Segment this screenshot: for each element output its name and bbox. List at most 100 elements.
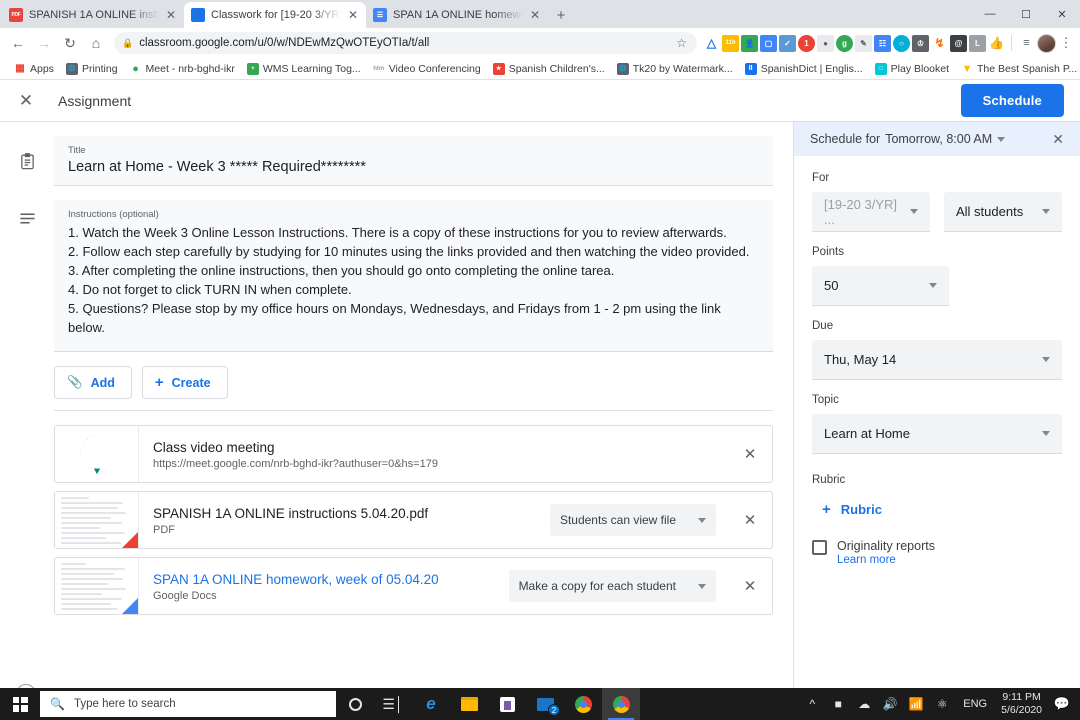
remove-attachment-button[interactable]: ✕ xyxy=(728,445,772,463)
wifi-icon[interactable]: 📶 xyxy=(903,688,929,720)
permission-dropdown[interactable]: Make a copy for each student xyxy=(508,570,716,602)
bookmark-tk20[interactable]: 🌐 Tk20 by Watermark... xyxy=(611,62,739,75)
create-button[interactable]: + Create xyxy=(141,366,228,399)
lastpass-icon[interactable]: L xyxy=(969,34,986,52)
bookmark-spanish-childrens[interactable]: ★ Spanish Children's... xyxy=(487,62,611,75)
learn-more-link[interactable]: Learn more xyxy=(837,554,935,566)
maximize-button[interactable]: ☐ xyxy=(1008,0,1044,28)
originality-checkbox[interactable] xyxy=(812,540,827,555)
file-explorer-icon[interactable] xyxy=(450,688,488,720)
class-select[interactable]: [19-20 3/YR] ... xyxy=(812,192,930,232)
language-indicator[interactable]: ENG xyxy=(955,698,995,710)
permission-dropdown[interactable]: Students can view file xyxy=(549,504,716,536)
attachment-title[interactable]: SPAN 1A ONLINE homework, week of 05.04.2… xyxy=(153,571,509,588)
hook-icon[interactable]: ↯ xyxy=(931,34,948,52)
action-center-icon[interactable]: 💬 xyxy=(1048,688,1076,720)
bookmark-label: SpanishDict | Englis... xyxy=(760,62,863,75)
remove-attachment-button[interactable]: ✕ xyxy=(728,511,772,529)
contacts-icon[interactable]: 👤 xyxy=(741,34,758,52)
instruction-item: 5. Questions? Please stop by my office h… xyxy=(68,301,721,335)
rubric-button-label: Rubric xyxy=(840,502,882,517)
cast-icon[interactable]: ☷ xyxy=(874,34,891,52)
comment-icon[interactable]: g xyxy=(836,34,853,52)
originality-reports-row[interactable]: Originality reports Learn more xyxy=(812,539,1062,566)
start-button[interactable] xyxy=(0,688,40,720)
topic-select[interactable]: Learn at Home xyxy=(812,414,1062,454)
browser-tab-1[interactable]: 👤 Classwork for [19-20 3/YR] Span ✕ xyxy=(184,2,366,28)
new-tab-button[interactable]: + xyxy=(548,2,574,28)
chrome-icon-active[interactable] xyxy=(602,688,640,720)
attachment-card-pdf[interactable]: SPANISH 1A ONLINE instructions 5.04.20.p… xyxy=(54,491,773,549)
schedule-datetime[interactable]: Tomorrow, 8:00 AM xyxy=(885,132,992,146)
chevron-down-icon xyxy=(1042,431,1050,436)
bookmark-best-spanish[interactable]: ▼ The Best Spanish P... xyxy=(955,62,1080,75)
home-button[interactable]: ⌂ xyxy=(84,31,108,55)
close-icon[interactable]: ✕ xyxy=(347,9,359,21)
chrome-icon[interactable] xyxy=(564,688,602,720)
store-icon[interactable] xyxy=(488,688,526,720)
bookmark-apps[interactable]: ▦ Apps xyxy=(8,62,60,75)
title-label: Title xyxy=(68,145,86,156)
bookmark-star-icon[interactable]: ☆ xyxy=(676,36,689,50)
attachment-card-doc[interactable]: SPAN 1A ONLINE homework, week of 05.04.2… xyxy=(54,557,773,615)
bookmark-printing[interactable]: 🌐 Printing xyxy=(60,62,124,75)
at-icon[interactable]: @ xyxy=(950,34,967,52)
title-field[interactable]: Title Learn at Home - Week 3 ***** Requi… xyxy=(54,136,773,186)
cortana-icon[interactable] xyxy=(336,688,374,720)
kebab-icon[interactable]: ⋮ xyxy=(1058,35,1074,51)
mail-icon[interactable]: 2 xyxy=(526,688,564,720)
browser-tab-2[interactable]: ☰ SPAN 1A ONLINE homework, we ✕ xyxy=(366,2,548,28)
speaker-icon[interactable]: 🔊 xyxy=(877,688,903,720)
points-select[interactable]: 50 xyxy=(812,266,949,306)
notification-icon[interactable]: 1 xyxy=(798,34,815,52)
bookmark-blooket[interactable]: □ Play Blooket xyxy=(869,62,955,75)
edge-icon[interactable]: e xyxy=(412,688,450,720)
add-rubric-button[interactable]: + Rubric xyxy=(812,494,896,525)
minimize-button[interactable]: — xyxy=(972,0,1008,28)
address-bar[interactable]: 🔒 classroom.google.com/u/0/w/NDEwMzQwOTE… xyxy=(114,32,697,54)
bookmark-wms[interactable]: + WMS Learning Tog... xyxy=(241,62,367,75)
back-button[interactable]: ← xyxy=(6,31,30,55)
bookmark-meet[interactable]: ● Meet - nrb-bghd-ikr xyxy=(124,62,241,75)
bookmark-spanishdict[interactable]: II SpanishDict | Englis... xyxy=(739,62,869,75)
instructions-label: Instructions (optional) xyxy=(68,209,159,220)
avatar[interactable] xyxy=(1037,33,1056,53)
instructions-field[interactable]: Instructions (optional) 1. Watch the Wee… xyxy=(54,200,773,352)
translate-icon[interactable]: ✓ xyxy=(779,34,796,52)
drive-icon[interactable]: △ xyxy=(703,34,720,52)
browser-tab-0[interactable]: PDF SPANISH 1A ONLINE instruction ✕ xyxy=(2,2,184,28)
clock[interactable]: 9:11 PM 5/6/2020 xyxy=(995,691,1048,717)
circle-icon[interactable]: ○ xyxy=(893,34,910,52)
chevron-down-icon xyxy=(929,283,937,288)
key-icon[interactable]: ♔ xyxy=(912,34,929,52)
extension-icons: △ 11h 👤 ▢ ✓ 1 ● g ✎ ☷ ○ ♔ ↯ @ L 👍 ≡ ⋮ xyxy=(703,33,1074,53)
cloud-icon[interactable]: ☁ xyxy=(851,688,877,720)
task-view-icon[interactable]: ☰│ xyxy=(374,688,412,720)
battery-icon[interactable]: ■ xyxy=(825,688,851,720)
close-icon[interactable]: ✕ xyxy=(529,9,541,21)
due-value: Thu, May 14 xyxy=(824,352,897,367)
chevron-up-icon[interactable]: ^ xyxy=(799,688,825,720)
reading-list-icon[interactable]: ≡ xyxy=(1018,34,1035,52)
calendar-icon[interactable]: 11h xyxy=(722,34,739,52)
search-input[interactable]: 🔍 Type here to search xyxy=(40,691,336,717)
reload-button[interactable]: ↻ xyxy=(58,31,82,55)
screenshot-icon[interactable]: ▢ xyxy=(760,34,777,52)
close-icon[interactable]: ✕ xyxy=(16,91,36,111)
schedule-button[interactable]: Schedule xyxy=(960,84,1064,117)
add-button[interactable]: 📎 Add xyxy=(54,366,132,399)
chevron-down-icon[interactable] xyxy=(997,136,1006,142)
thumbsup-icon[interactable]: 👍 xyxy=(988,34,1005,52)
remove-attachment-button[interactable]: ✕ xyxy=(728,577,772,595)
attachment-card-meet[interactable]: Class video meeting https://meet.google.… xyxy=(54,425,773,483)
close-icon[interactable]: ✕ xyxy=(165,9,177,21)
edit-icon[interactable]: ✎ xyxy=(855,34,872,52)
due-select[interactable]: Thu, May 14 xyxy=(812,340,1062,380)
bookmark-video-conferencing[interactable]: htm Video Conferencing xyxy=(367,62,487,75)
students-select[interactable]: All students xyxy=(944,192,1062,232)
window-close-button[interactable]: ✕ xyxy=(1044,0,1080,28)
close-icon[interactable]: ✕ xyxy=(1052,131,1064,148)
forward-button[interactable]: → xyxy=(32,31,56,55)
bulb-icon[interactable]: ● xyxy=(817,34,834,52)
bluetooth-icon[interactable]: ⚛ xyxy=(929,688,955,720)
